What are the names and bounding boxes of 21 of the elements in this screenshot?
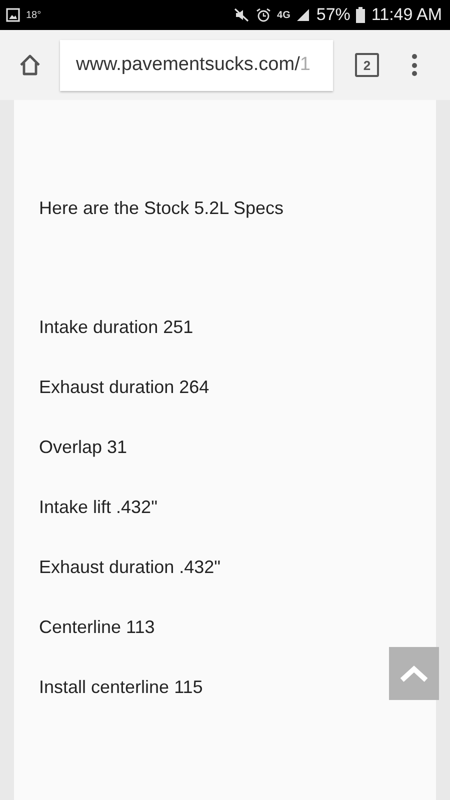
- network-type-text: 4G: [277, 8, 290, 22]
- battery-icon: [356, 7, 366, 23]
- spec-text: Install centerline 115: [39, 676, 204, 699]
- alarm-icon: [256, 8, 272, 22]
- spec-text: Exhaust duration .432": [39, 556, 222, 579]
- temperature-text: 18°: [26, 8, 42, 22]
- spec-text: Intake lift .432": [39, 496, 158, 519]
- home-icon: [18, 53, 42, 77]
- signal-icon: [296, 8, 310, 22]
- spec-text: Overlap 31: [39, 436, 128, 459]
- mute-icon: [234, 8, 250, 22]
- spec-text: Centerline 113: [39, 616, 156, 639]
- chevron-up-icon: [399, 664, 429, 682]
- paragraph-text: Here are the Stock 5.2L Specs: [39, 197, 284, 220]
- battery-percent-text: 57%: [316, 4, 350, 26]
- image-icon: [6, 8, 20, 22]
- address-bar[interactable]: www.pavementsucks.com/1: [60, 40, 333, 90]
- spec-text: Intake duration 251: [39, 316, 194, 339]
- clock-text: 11:49 AM: [371, 4, 443, 26]
- tab-count-button[interactable]: 2: [355, 53, 379, 77]
- spec-text: Exhaust duration 264: [39, 376, 210, 399]
